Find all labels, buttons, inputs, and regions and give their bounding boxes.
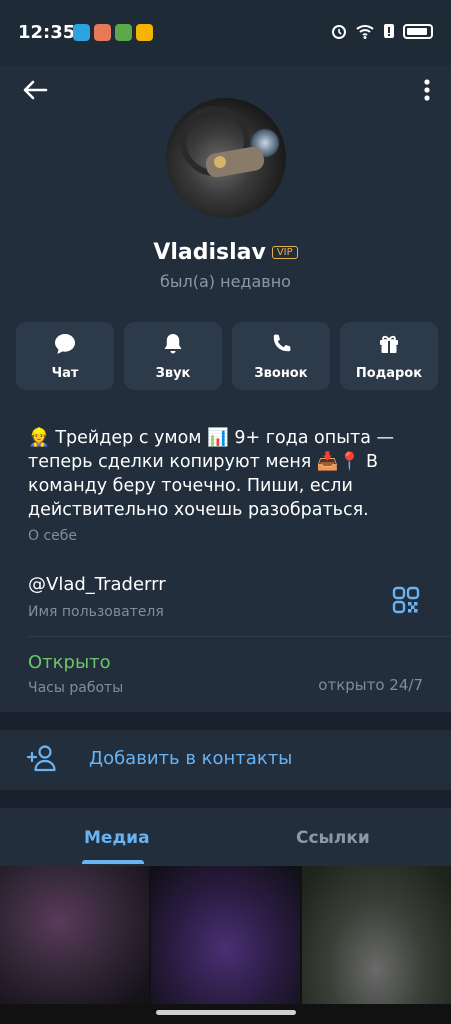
profile-name-row: Vladislav VIP xyxy=(0,240,451,265)
profile-avatar[interactable] xyxy=(166,98,286,218)
business-hours-status[interactable]: Открыто xyxy=(28,652,111,673)
tab-links[interactable]: Ссылки xyxy=(296,828,370,848)
bio-label: О себе xyxy=(28,528,78,544)
add-contact-label[interactable]: Добавить в контакты xyxy=(89,748,292,769)
gift-icon xyxy=(380,335,398,353)
call-button-label: Звонок xyxy=(254,366,308,381)
shared-media-tabs xyxy=(0,808,451,866)
action-buttons: Чат Звук Звонок Подарок xyxy=(16,322,438,390)
alarm-icon xyxy=(332,25,346,39)
info-divider xyxy=(28,636,451,637)
game-notif-icon xyxy=(94,24,111,41)
media-thumbnail[interactable] xyxy=(302,866,451,1004)
chat-bubble-icon xyxy=(55,334,75,354)
telegram-notif-icon xyxy=(73,24,90,41)
username-label: Имя пользователя xyxy=(28,604,164,620)
add-user-icon xyxy=(26,745,56,772)
notification-icons xyxy=(73,24,153,41)
media-thumbnail[interactable] xyxy=(0,866,149,1004)
gift-button[interactable]: Подарок xyxy=(340,322,438,390)
battery-icon xyxy=(403,23,433,39)
bio-text: 👷 Трейдер с умом 📊 9+ года опыта — тепер… xyxy=(28,428,394,520)
avatar-watch xyxy=(214,156,226,168)
system-icons xyxy=(331,23,433,39)
qr-code-icon[interactable] xyxy=(392,586,420,614)
chat-button[interactable]: Чат xyxy=(16,322,114,390)
gift-button-label: Подарок xyxy=(355,366,423,381)
vip-badge: VIP xyxy=(271,246,298,259)
business-hours-label: Часы работы xyxy=(28,680,124,696)
section-gap xyxy=(0,790,451,808)
media-grid xyxy=(0,866,451,1024)
sound-button[interactable]: Звук xyxy=(124,322,222,390)
app-notif-icon xyxy=(115,24,132,41)
tab-media[interactable]: Медиа xyxy=(84,828,150,848)
active-tab-indicator xyxy=(82,860,144,864)
more-vertical-icon[interactable] xyxy=(423,78,431,102)
status-time: 12:35 xyxy=(18,22,76,43)
media-thumbnail[interactable] xyxy=(151,866,300,1004)
home-indicator[interactable] xyxy=(156,1010,296,1015)
bell-icon xyxy=(164,334,182,354)
business-hours-value: открыто 24/7 xyxy=(318,676,423,694)
data-saver-icon xyxy=(384,24,394,38)
wifi-icon xyxy=(356,25,374,39)
profile-name: Vladislav xyxy=(153,240,266,265)
phone-icon xyxy=(273,334,291,352)
last-seen-status: был(а) недавно xyxy=(160,272,291,291)
yellow-app-notif-icon xyxy=(136,24,153,41)
username-value[interactable]: @Vlad_Traderrr xyxy=(28,574,166,595)
sound-button-label: Звук xyxy=(155,366,191,381)
call-button[interactable]: Звонок xyxy=(232,322,330,390)
back-arrow-icon[interactable] xyxy=(20,78,50,102)
section-gap xyxy=(0,712,451,730)
status-bar: 12:35 xyxy=(0,0,451,66)
chat-button-label: Чат xyxy=(51,366,79,381)
